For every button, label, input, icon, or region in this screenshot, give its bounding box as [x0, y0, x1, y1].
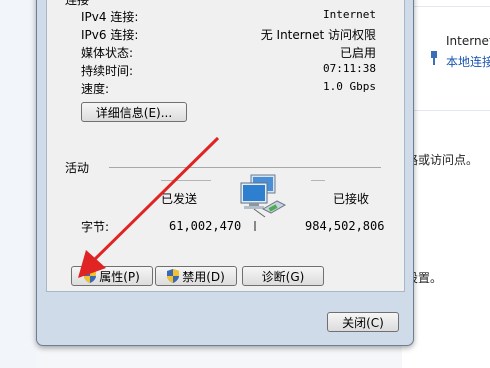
duration-label: 持续时间: [81, 64, 134, 78]
sent-line [161, 180, 211, 181]
bytes-label: 字节: [81, 220, 110, 234]
close-button[interactable]: 关闭(C) [327, 312, 399, 332]
network-plug-icon [261, 197, 287, 217]
speed-label: 速度: [81, 82, 110, 96]
properties-button-label: 属性(P) [99, 269, 140, 284]
activity-section-label: 活动 [65, 161, 90, 175]
background-divider [402, 6, 490, 7]
bytes-received-value: 984,502,806 [305, 219, 385, 233]
ipv4-row: IPv4 连接: Internet [81, 8, 376, 26]
sent-label: 已发送 [161, 192, 198, 206]
properties-button[interactable]: 属性(P) [71, 266, 153, 286]
media-state-row: 媒体状态: 已启用 [81, 44, 376, 62]
background-left-pane [0, 0, 36, 368]
ethernet-icon [430, 51, 438, 65]
speed-value: 1.0 Gbps [323, 80, 376, 93]
background-router-text: 路或访问点。 [406, 153, 479, 167]
background-local-connection-link[interactable]: 本地连接 [446, 53, 490, 70]
bytes-sent-value: 61,002,470 [169, 219, 242, 233]
media-state-value: 已启用 [339, 46, 376, 60]
background-divider [402, 110, 490, 111]
media-state-label: 媒体状态: [81, 46, 134, 60]
received-line [311, 180, 325, 181]
activity-separator [109, 167, 381, 168]
disable-button-label: 禁用(D) [182, 269, 225, 284]
duration-row: 持续时间: 07:11:38 [81, 62, 376, 80]
shield-icon [167, 269, 180, 283]
ipv4-label: IPv4 连接: [81, 10, 139, 24]
ipv4-value: Internet [323, 8, 376, 21]
general-tab-panel: 连接 IPv4 连接: Internet IPv6 连接: 无 Internet… [46, 0, 405, 292]
disable-button[interactable]: 禁用(D) [155, 266, 237, 286]
details-button[interactable]: 详细信息(E)... [81, 102, 187, 122]
speed-row: 速度: 1.0 Gbps [81, 80, 376, 98]
connection-section-label: 连接 [65, 0, 90, 7]
ipv6-label: IPv6 连接: [81, 28, 139, 42]
received-label: 已接收 [333, 192, 370, 206]
duration-value: 07:11:38 [323, 62, 376, 75]
ipv6-row: IPv6 连接: 无 Internet 访问权限 [81, 26, 376, 44]
ipv6-value: 无 Internet 访问权限 [260, 28, 376, 42]
shield-icon [84, 269, 97, 283]
local-connection-status-dialog: 连接 IPv4 连接: Internet IPv6 连接: 无 Internet… [36, 0, 414, 346]
diagnose-button[interactable]: 诊断(G) [242, 266, 324, 286]
background-internet-text: Internet [446, 34, 490, 48]
